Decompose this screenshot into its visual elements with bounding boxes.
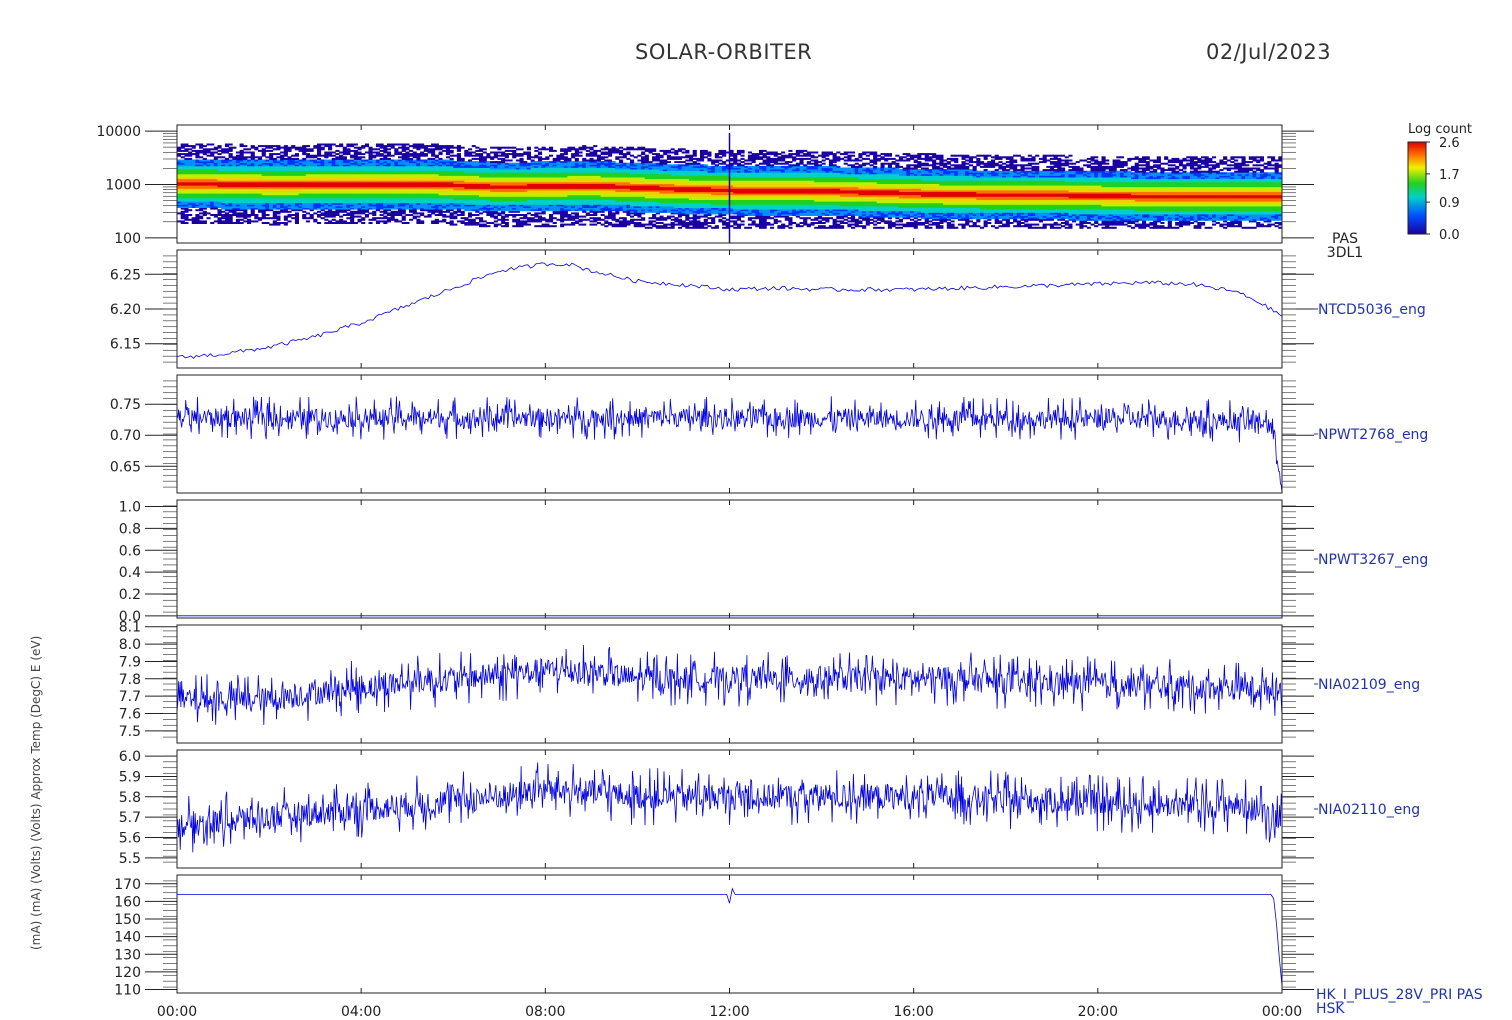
panel-3: 0.75 0.70 0.65 NPWT2768_eng bbox=[110, 374, 1428, 494]
panel-frame bbox=[176, 499, 1283, 619]
y-tick-label: 170 bbox=[114, 877, 141, 893]
panel-frame bbox=[176, 374, 1283, 494]
x-tick-label: 00:00 bbox=[1262, 1004, 1302, 1020]
panel-7: 170160150140130120110 HK_I_PLUS_28V_PRI P… bbox=[114, 874, 1483, 1017]
y-tick-label: 5.8 bbox=[119, 790, 141, 806]
y-tick-label: 5.9 bbox=[119, 769, 141, 785]
y-tick-label: 1.0 bbox=[119, 500, 141, 516]
x-tick-label: 12:00 bbox=[709, 1004, 749, 1020]
y-tick-label: 140 bbox=[114, 930, 141, 946]
y-tick-label: 100 bbox=[114, 231, 141, 247]
panel-2: 6.25 6.20 6.15 NTCD5036_eng bbox=[110, 249, 1426, 369]
panel-frame bbox=[176, 874, 1283, 994]
y-tick-label: 0.75 bbox=[110, 397, 141, 413]
y-tick-label: 7.5 bbox=[119, 724, 141, 740]
y-tick-label: 7.9 bbox=[119, 654, 141, 670]
series-line bbox=[176, 644, 1283, 726]
y-tick-label: 130 bbox=[114, 947, 141, 963]
y-tick-label: 6.20 bbox=[110, 302, 141, 318]
y-tick-label: 1000 bbox=[105, 177, 141, 193]
y-tick-label: 0.4 bbox=[119, 565, 141, 581]
colorbar-tick-label: 1.7 bbox=[1439, 168, 1460, 183]
series-label: NPWT3267_eng bbox=[1318, 552, 1428, 568]
y-tick-label: 120 bbox=[114, 965, 141, 981]
y-tick-label: 110 bbox=[114, 982, 141, 998]
y-tick-label: 7.6 bbox=[119, 707, 141, 723]
multi-panel-timeseries-chart: 100001000100 PAS3DL16.256.206.15NTCD5036_… bbox=[29, 122, 1483, 1020]
series-label: NIA02109_eng bbox=[1318, 677, 1420, 693]
y-tick-label: 0.6 bbox=[119, 543, 141, 559]
series-line bbox=[176, 262, 1283, 359]
x-tick-label: 20:00 bbox=[1078, 1004, 1118, 1020]
x-tick-label: 00:00 bbox=[157, 1004, 197, 1020]
series-label: NTCD5036_eng bbox=[1318, 302, 1426, 318]
series-line bbox=[176, 762, 1283, 853]
panel-4: 1.00.80.60.40.20.0NPWT3267_eng bbox=[119, 499, 1428, 625]
x-tick-label: 08:00 bbox=[525, 1004, 565, 1020]
y-tick-label: 0.8 bbox=[119, 521, 141, 537]
y-tick-label: 150 bbox=[114, 912, 141, 928]
y-tick-label: 7.7 bbox=[119, 689, 141, 705]
y-tick-label: 5.6 bbox=[119, 830, 141, 846]
panel-frame bbox=[176, 249, 1283, 369]
y-tick-label: 160 bbox=[114, 894, 141, 910]
y-tick-label: 0.65 bbox=[110, 459, 141, 475]
y-tick-label: 8.0 bbox=[119, 637, 141, 653]
colorbar-tick-label: 2.6 bbox=[1439, 136, 1460, 151]
y-tick-label: 7.8 bbox=[119, 672, 141, 688]
series-label: NPWT2768_eng bbox=[1318, 427, 1428, 443]
colorbar-title: Log count bbox=[1408, 122, 1472, 137]
panel-5: 8.18.07.9 7.87.7 7.67.5 NIA02109_eng bbox=[119, 620, 1420, 744]
series-line bbox=[176, 396, 1283, 493]
y-tick-label: 0.2 bbox=[119, 587, 141, 603]
instrument-label: 3DL1 bbox=[1327, 245, 1363, 261]
colorbar-tick-label: 0.0 bbox=[1439, 228, 1460, 243]
y-tick-label: 10000 bbox=[96, 124, 141, 140]
y-tick-label: 6.0 bbox=[119, 749, 141, 765]
series-label: NIA02110_eng bbox=[1318, 802, 1420, 818]
panel-6: 6.0 5.9 5.8 5.7 5.6 5.5 NIA02110_eng bbox=[119, 749, 1420, 869]
series-label: HSK bbox=[1316, 1001, 1345, 1017]
y-tick-label: 6.25 bbox=[110, 267, 141, 283]
series-line bbox=[177, 887, 1283, 987]
y-axis-labels: (mA) (mA) (Volts) (Volts) Approx Temp (D… bbox=[29, 636, 43, 950]
y-tick-label: 0.70 bbox=[110, 428, 141, 444]
colorbar bbox=[1407, 141, 1427, 235]
y-tick-label: 5.5 bbox=[119, 851, 141, 867]
x-tick-label: 16:00 bbox=[893, 1004, 933, 1020]
y-tick-label: 6.15 bbox=[110, 337, 141, 353]
y-tick-label: 5.7 bbox=[119, 810, 141, 826]
x-tick-label: 04:00 bbox=[341, 1004, 381, 1020]
y-tick-label: 8.1 bbox=[119, 620, 141, 636]
colorbar-tick-label: 0.9 bbox=[1439, 196, 1460, 211]
